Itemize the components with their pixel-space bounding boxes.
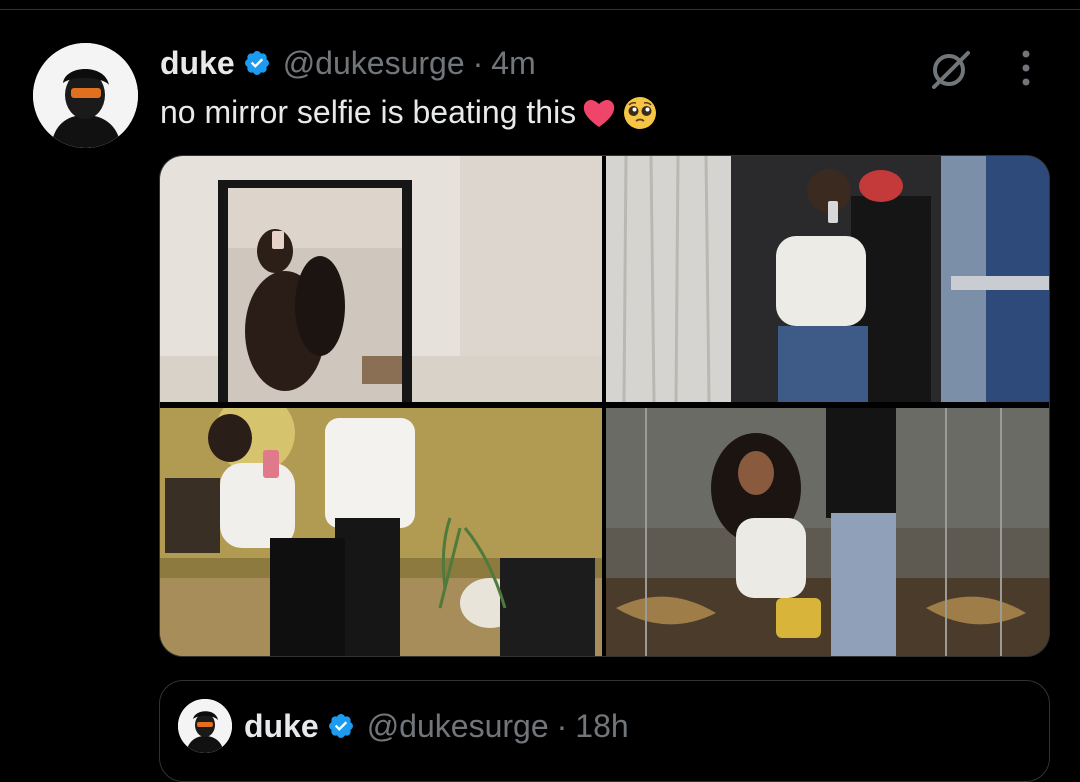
pleading-face-emoji <box>622 95 658 131</box>
quoted-tweet-header: duke @dukesurge · 18h <box>244 705 629 747</box>
grok-icon[interactable] <box>928 47 972 91</box>
timestamp[interactable]: 4m <box>491 45 535 82</box>
photo-4[interactable] <box>606 408 1049 656</box>
more-icon[interactable] <box>1012 48 1040 88</box>
quoted-tweet-card[interactable]: duke @dukesurge · 18h <box>159 680 1050 782</box>
verified-badge-icon <box>243 49 271 77</box>
photo-1[interactable] <box>160 156 602 402</box>
media-grid <box>159 155 1050 657</box>
tweet-text-content: no mirror selfie is beating this <box>160 94 577 130</box>
top-divider <box>0 9 1080 10</box>
tweet-text: no mirror selfie is beating this <box>160 94 658 131</box>
quoted-avatar[interactable] <box>178 699 232 753</box>
separator-dot: · <box>472 44 484 81</box>
photo-2[interactable] <box>606 156 1049 402</box>
tweet-header: duke @dukesurge · 4m <box>160 42 536 84</box>
avatar[interactable] <box>33 43 138 148</box>
quoted-timestamp[interactable]: 18h <box>575 708 628 745</box>
handle[interactable]: @dukesurge <box>283 45 465 82</box>
quoted-display-name[interactable]: duke <box>244 708 319 745</box>
separator-dot: · <box>556 707 568 744</box>
quoted-handle[interactable]: @dukesurge <box>367 708 549 745</box>
heart-emoji <box>582 96 616 130</box>
display-name[interactable]: duke <box>160 45 235 82</box>
photo-3[interactable] <box>160 408 602 656</box>
verified-badge-icon <box>327 712 355 740</box>
